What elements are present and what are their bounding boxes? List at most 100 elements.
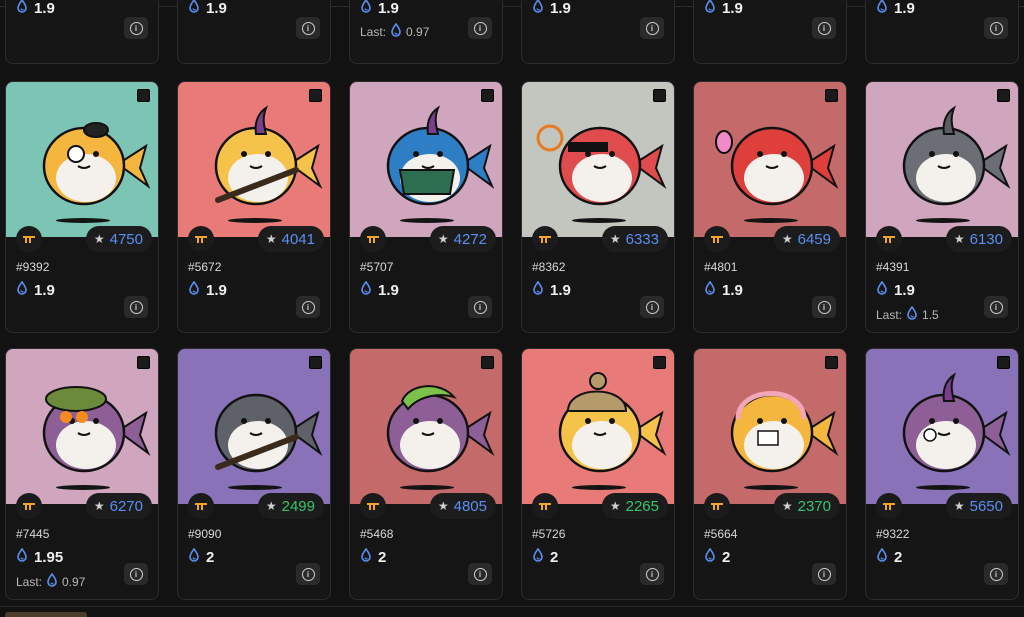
nft-card[interactable]: ★ 6270 #7445 1.95 Last: 0.97 i [5,348,159,600]
price-value: 1.9 [34,281,55,299]
nft-artwork[interactable] [6,82,158,237]
select-checkbox[interactable] [309,356,322,369]
nft-id: #5664 [704,527,738,541]
nft-card[interactable]: ★ 4805 #5468 2 i [349,348,503,600]
drop-icon [16,280,28,299]
rarity-rank-badge: ★ 6333 [601,226,668,252]
nft-card[interactable]: ★ 2499 #9090 2 i [177,348,331,600]
info-button[interactable]: i [812,296,836,318]
nft-artwork[interactable] [350,349,502,504]
info-button[interactable]: i [984,17,1008,39]
nft-card[interactable]: 1.9 i [177,0,331,64]
nft-card[interactable]: ★ 6333 #8362 1.9 i [521,81,675,333]
price-value: 1.9 [378,281,399,299]
nft-card[interactable]: ★ 5650 #9322 2 i [865,348,1019,600]
nft-id: #9392 [16,260,50,274]
rarity-rank-value: 6333 [625,230,659,248]
price-value: 2 [722,548,731,566]
collection-logo-icon [16,226,42,252]
info-button[interactable]: i [640,17,664,39]
nft-artwork[interactable] [6,349,158,504]
collection-logo-icon [188,493,214,519]
nft-artwork[interactable] [866,349,1018,504]
price: 1.9 [876,280,915,299]
drop-icon [532,547,544,566]
info-button[interactable]: i [124,563,148,585]
info-icon: i [989,567,1003,581]
drop-icon [16,0,28,17]
select-checkbox[interactable] [481,89,494,102]
nft-card[interactable]: 1.9 i [693,0,847,64]
info-button[interactable]: i [296,563,320,585]
drop-icon [46,572,58,590]
price-value: 1.9 [550,281,571,299]
select-checkbox[interactable] [481,356,494,369]
select-checkbox[interactable] [825,356,838,369]
nft-artwork[interactable] [694,349,846,504]
info-button[interactable]: i [812,17,836,39]
info-icon: i [645,300,659,314]
info-button[interactable]: i [124,296,148,318]
info-button[interactable]: i [468,296,492,318]
nft-id: #4801 [704,260,738,274]
artwork-shadow [56,485,110,490]
artwork-shadow [572,218,626,223]
rarity-rank-value: 2370 [797,497,831,515]
nft-card[interactable]: ★ 4750 #9392 1.9 i [5,81,159,333]
drop-icon [704,280,716,299]
nft-card[interactable]: 1.9 Last: 0.97 i [349,0,503,64]
select-checkbox[interactable] [309,89,322,102]
nft-card[interactable]: 1.9 i [865,0,1019,64]
price: 1.9 [188,280,227,299]
nft-card[interactable]: ★ 2370 #5664 2 i [693,348,847,600]
price-value: 1.9 [722,281,743,299]
price-value: 2 [206,548,215,566]
price: 2 [704,547,731,566]
nft-artwork[interactable] [350,82,502,237]
nft-artwork[interactable] [178,82,330,237]
info-button[interactable]: i [984,296,1008,318]
info-button[interactable]: i [296,296,320,318]
nft-card[interactable]: 1.9 i [5,0,159,64]
info-button[interactable]: i [124,17,148,39]
nft-card[interactable]: 1.9 i [521,0,675,64]
select-checkbox[interactable] [997,89,1010,102]
nft-artwork[interactable] [694,82,846,237]
nft-card[interactable]: ★ 4041 #5672 1.9 i [177,81,331,333]
collection-logo-icon [188,226,214,252]
info-button[interactable]: i [812,563,836,585]
rarity-rank-badge: ★ 4041 [257,226,324,252]
rarity-rank-badge: ★ 2265 [601,493,668,519]
bottom-tab[interactable] [5,612,87,617]
price: 2 [360,547,386,566]
info-button[interactable]: i [640,296,664,318]
price: 1.9 [704,280,743,299]
nft-artwork[interactable] [522,349,674,504]
info-button[interactable]: i [640,563,664,585]
info-button[interactable]: i [468,563,492,585]
info-button[interactable]: i [296,17,320,39]
select-checkbox[interactable] [825,89,838,102]
drop-icon [532,280,544,299]
select-checkbox[interactable] [653,356,666,369]
select-checkbox[interactable] [997,356,1010,369]
info-button[interactable]: i [468,17,492,39]
info-icon: i [129,300,143,314]
nft-artwork[interactable] [866,82,1018,237]
nft-card[interactable]: ★ 6130 #4391 1.9 Last: 1.5 i [865,81,1019,333]
rarity-rank-value: 2499 [281,497,315,515]
rarity-rank-value: 4805 [453,497,487,515]
nft-card[interactable]: ★ 2265 #5726 2 i [521,348,675,600]
nft-card[interactable]: ★ 4272 #5707 1.9 i [349,81,503,333]
select-checkbox[interactable] [137,356,150,369]
select-checkbox[interactable] [653,89,666,102]
nft-card[interactable]: ★ 6459 #4801 1.9 i [693,81,847,333]
nft-artwork[interactable] [178,349,330,504]
price-value: 1.9 [894,281,915,299]
star-icon: ★ [953,499,965,513]
nft-artwork[interactable] [522,82,674,237]
rarity-rank-badge: ★ 2499 [257,493,324,519]
price: 2 [876,547,902,566]
info-button[interactable]: i [984,563,1008,585]
select-checkbox[interactable] [137,89,150,102]
